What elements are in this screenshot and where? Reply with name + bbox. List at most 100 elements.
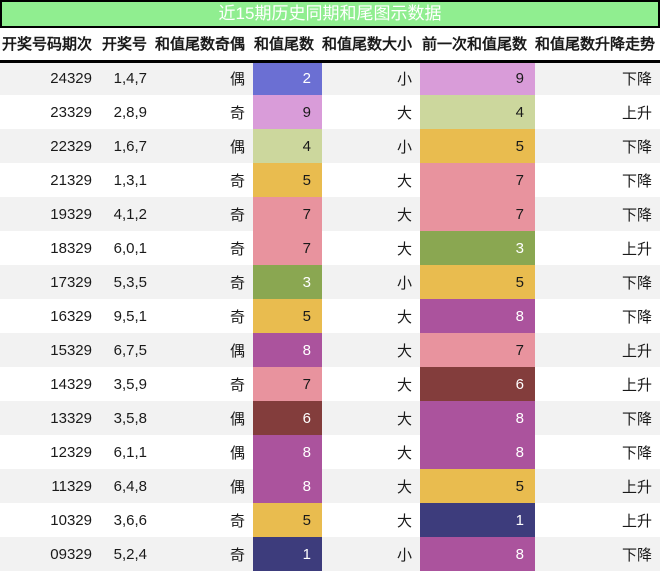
cell-trend: 下降 (621, 274, 652, 292)
cell-numbers: 3,5,9 (113, 375, 147, 393)
cell-numbers: 3,6,6 (113, 511, 147, 529)
cell-parity: 偶 (229, 444, 245, 462)
cell-trend: 下降 (621, 172, 652, 190)
cell-size: 大 (396, 478, 412, 496)
cell-trend: 下降 (621, 444, 652, 462)
cell-parity: 偶 (229, 138, 245, 156)
cell-tail: 4 (253, 129, 322, 163)
cell-tail: 1 (253, 537, 322, 571)
col-header-prev-tail: 前一次和值尾数 (420, 28, 535, 63)
cell-prev-tail: 9 (420, 61, 535, 95)
table-row: 18329 6,0,1 奇 7 大 3 上升 (0, 231, 660, 265)
table-row: 15329 6,7,5 偶 8 大 7 上升 (0, 333, 660, 367)
cell-parity: 偶 (229, 71, 245, 89)
cell-tail: 9 (253, 95, 322, 129)
table-row: 21329 1,3,1 奇 5 大 7 下降 (0, 163, 660, 197)
col-header-size: 和值尾数大小 (322, 28, 420, 63)
cell-tail: 7 (253, 367, 322, 401)
table-row: 13329 3,5,8 偶 6 大 8 下降 (0, 401, 660, 435)
cell-size: 大 (396, 376, 412, 394)
cell-numbers: 5,2,4 (113, 545, 147, 563)
cell-trend: 上升 (621, 104, 652, 122)
col-header-tail: 和值尾数 (253, 28, 322, 63)
cell-tail: 7 (253, 231, 322, 265)
cell-parity: 偶 (229, 342, 245, 360)
col-header-period: 开奖号码期次 (0, 28, 100, 63)
col-header-trend: 和值尾数升降走势 (535, 28, 660, 63)
cell-size: 大 (396, 172, 412, 190)
cell-trend: 下降 (621, 71, 652, 89)
history-tail-widget: 近15期历史同期和尾图示数据 开奖号码期次 开奖号 和值尾数奇偶 和值尾数 和值… (0, 0, 660, 571)
cell-prev-tail: 7 (420, 333, 535, 367)
table-body: 24329 1,4,7 偶 2 小 9 下降 23329 2,8,9 奇 9 大 4 上升 22329 1,6… (0, 61, 660, 571)
cell-trend: 上升 (621, 376, 652, 394)
cell-parity: 奇 (229, 172, 245, 190)
cell-trend: 下降 (621, 206, 652, 224)
cell-size: 大 (396, 444, 412, 462)
table-row: 09329 5,2,4 奇 1 小 8 下降 (0, 537, 660, 571)
cell-prev-tail: 8 (420, 537, 535, 571)
cell-tail: 2 (253, 61, 322, 95)
cell-prev-tail: 7 (420, 163, 535, 197)
cell-prev-tail: 3 (420, 231, 535, 265)
header-row: 开奖号码期次 开奖号 和值尾数奇偶 和值尾数 和值尾数大小 前一次和值尾数 和值… (0, 28, 660, 63)
cell-numbers: 1,6,7 (113, 137, 147, 155)
cell-parity: 奇 (229, 104, 245, 122)
cell-parity: 奇 (229, 240, 245, 258)
cell-parity: 奇 (229, 512, 245, 530)
cell-period: 10329 (50, 511, 92, 529)
cell-trend: 下降 (621, 138, 652, 156)
cell-numbers: 2,8,9 (113, 103, 147, 121)
cell-prev-tail: 5 (420, 129, 535, 163)
cell-parity: 奇 (229, 274, 245, 292)
table-row: 22329 1,6,7 偶 4 小 5 下降 (0, 129, 660, 163)
cell-period: 14329 (50, 375, 92, 393)
history-table: 开奖号码期次 开奖号 和值尾数奇偶 和值尾数 和值尾数大小 前一次和值尾数 和值… (0, 28, 660, 571)
cell-numbers: 6,4,8 (113, 477, 147, 495)
col-header-parity: 和值尾数奇偶 (155, 28, 253, 63)
cell-tail: 6 (253, 401, 322, 435)
table-row: 23329 2,8,9 奇 9 大 4 上升 (0, 95, 660, 129)
table-row: 19329 4,1,2 奇 7 大 7 下降 (0, 197, 660, 231)
table-row: 16329 9,5,1 奇 5 大 8 下降 (0, 299, 660, 333)
cell-size: 小 (396, 71, 412, 89)
table-row: 10329 3,6,6 奇 5 大 1 上升 (0, 503, 660, 537)
cell-trend: 下降 (621, 546, 652, 564)
cell-tail: 5 (253, 503, 322, 537)
cell-parity: 奇 (229, 376, 245, 394)
cell-trend: 下降 (621, 308, 652, 326)
cell-trend: 上升 (621, 512, 652, 530)
table-row: 11329 6,4,8 偶 8 大 5 上升 (0, 469, 660, 503)
cell-period: 11329 (51, 477, 92, 495)
cell-prev-tail: 5 (420, 265, 535, 299)
table-row: 12329 6,1,1 偶 8 大 8 下降 (0, 435, 660, 469)
cell-prev-tail: 5 (420, 469, 535, 503)
cell-tail: 7 (253, 197, 322, 231)
cell-prev-tail: 8 (420, 401, 535, 435)
cell-period: 22329 (50, 137, 92, 155)
cell-period: 09329 (50, 545, 92, 563)
cell-prev-tail: 7 (420, 197, 535, 231)
cell-size: 大 (396, 342, 412, 360)
cell-period: 17329 (50, 273, 92, 291)
cell-prev-tail: 4 (420, 95, 535, 129)
cell-parity: 偶 (229, 410, 245, 428)
cell-prev-tail: 1 (420, 503, 535, 537)
cell-size: 大 (396, 512, 412, 530)
cell-trend: 下降 (621, 410, 652, 428)
cell-tail: 8 (253, 333, 322, 367)
table-row: 17329 5,3,5 奇 3 小 5 下降 (0, 265, 660, 299)
cell-size: 小 (396, 274, 412, 292)
cell-tail: 8 (253, 469, 322, 503)
cell-parity: 奇 (229, 546, 245, 564)
cell-numbers: 3,5,8 (113, 409, 147, 427)
cell-period: 19329 (50, 205, 92, 223)
cell-size: 小 (396, 546, 412, 564)
cell-parity: 奇 (229, 206, 245, 224)
cell-numbers: 6,7,5 (113, 341, 147, 359)
cell-numbers: 6,1,1 (113, 443, 147, 461)
cell-size: 大 (396, 410, 412, 428)
cell-size: 大 (396, 308, 412, 326)
cell-trend: 上升 (621, 478, 652, 496)
cell-tail: 3 (253, 265, 322, 299)
